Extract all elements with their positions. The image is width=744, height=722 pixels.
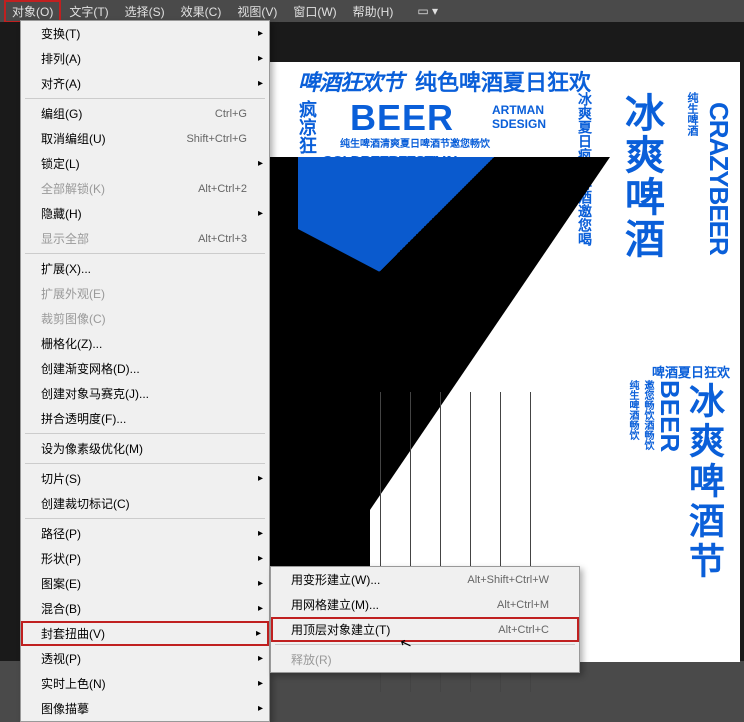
menu-expand-appearance: 扩展外观(E) — [21, 281, 269, 306]
art-beer: BEER — [350, 100, 454, 136]
menu-unlock-all: 全部解锁(K)Alt+Ctrl+2 — [21, 176, 269, 201]
envelope-submenu: 用变形建立(W)...Alt+Shift+Ctrl+W 用网格建立(M)...A… — [270, 566, 580, 673]
menu-blend[interactable]: 混合(B) — [21, 596, 269, 621]
separator — [25, 433, 265, 434]
submenu-make-with-mesh[interactable]: 用网格建立(M)...Alt+Ctrl+M — [271, 592, 579, 617]
separator — [25, 98, 265, 99]
art-right-big: 冰爽啤酒 — [612, 92, 670, 260]
menu-pattern[interactable]: 图案(E) — [21, 571, 269, 596]
menubar: 对象(O) 文字(T) 选择(S) 效果(C) 视图(V) 窗口(W) 帮助(H… — [0, 0, 744, 22]
menu-rasterize[interactable]: 栅格化(Z)... — [21, 331, 269, 356]
art-small-line: 纯生啤酒清爽夏日啤酒节邀您畅饮 — [340, 140, 490, 150]
menu-show-all: 显示全部Alt+Ctrl+3 — [21, 226, 269, 251]
menu-transform[interactable]: 变换(T) — [21, 21, 269, 46]
separator — [25, 518, 265, 519]
art-right-small: 纯生啤酒 — [684, 92, 700, 136]
art-title1: 啤酒狂欢节 — [298, 72, 403, 94]
menu-ungroup[interactable]: 取消编组(U)Shift+Ctrl+G — [21, 126, 269, 151]
art-lower-horiz: 啤酒夏日狂欢 — [652, 362, 730, 381]
menu-window[interactable]: 窗口(W) — [285, 0, 344, 23]
menu-lock[interactable]: 锁定(L) — [21, 151, 269, 176]
menu-object-mosaic[interactable]: 创建对象马赛克(J)... — [21, 381, 269, 406]
art-lower-small1: 邀您畅饮酒畅饮 — [640, 380, 655, 450]
art-artman: ARTMAN — [492, 104, 544, 116]
menu-arrange[interactable]: 排列(A) — [21, 46, 269, 71]
menu-flatten-transparency[interactable]: 拼合透明度(F)... — [21, 406, 269, 431]
menu-pixel-perfect[interactable]: 设为像素级优化(M) — [21, 436, 269, 461]
submenu-make-with-warp[interactable]: 用变形建立(W)...Alt+Shift+Ctrl+W — [271, 567, 579, 592]
art-left-vert: 疯凉狂 — [298, 100, 316, 154]
separator — [275, 644, 575, 645]
art-crazy: CRAZYBEER — [703, 102, 734, 255]
menu-perspective[interactable]: 透视(P) — [21, 646, 269, 671]
menu-crop-image: 裁剪图像(C) — [21, 306, 269, 331]
art-lower-small2: 纯生啤酒畅饮 — [625, 380, 640, 440]
separator — [25, 253, 265, 254]
submenu-make-with-top-object[interactable]: 用顶层对象建立(T)Alt+Ctrl+C — [271, 617, 579, 642]
menu-shape[interactable]: 形状(P) — [21, 546, 269, 571]
layout-icon[interactable]: ▭ ▾ — [411, 1, 444, 21]
art-lower-big: 冰爽啤酒节 — [678, 382, 730, 582]
menu-expand[interactable]: 扩展(X)... — [21, 256, 269, 281]
menu-envelope-distort[interactable]: 封套扭曲(V) — [21, 621, 269, 646]
menu-image-trace[interactable]: 图像描摹 — [21, 696, 269, 721]
menu-slice[interactable]: 切片(S) — [21, 466, 269, 491]
separator — [25, 463, 265, 464]
art-title2: 纯色啤酒夏日狂欢 — [415, 72, 591, 94]
menu-gradient-mesh[interactable]: 创建渐变网格(D)... — [21, 356, 269, 381]
menu-align[interactable]: 对齐(A) — [21, 71, 269, 96]
menu-path[interactable]: 路径(P) — [21, 521, 269, 546]
menu-live-paint[interactable]: 实时上色(N) — [21, 671, 269, 696]
art-sdesign: SDESIGN — [492, 118, 546, 130]
menu-hide[interactable]: 隐藏(H) — [21, 201, 269, 226]
menu-help[interactable]: 帮助(H) — [345, 0, 402, 23]
menu-create-trim-marks[interactable]: 创建裁切标记(C) — [21, 491, 269, 516]
menu-group[interactable]: 编组(G)Ctrl+G — [21, 101, 269, 126]
object-menu-dropdown: 变换(T) 排列(A) 对齐(A) 编组(G)Ctrl+G 取消编组(U)Shi… — [20, 20, 270, 722]
submenu-release: 释放(R) — [271, 647, 579, 672]
art-lower-beer: BEER — [654, 380, 685, 452]
